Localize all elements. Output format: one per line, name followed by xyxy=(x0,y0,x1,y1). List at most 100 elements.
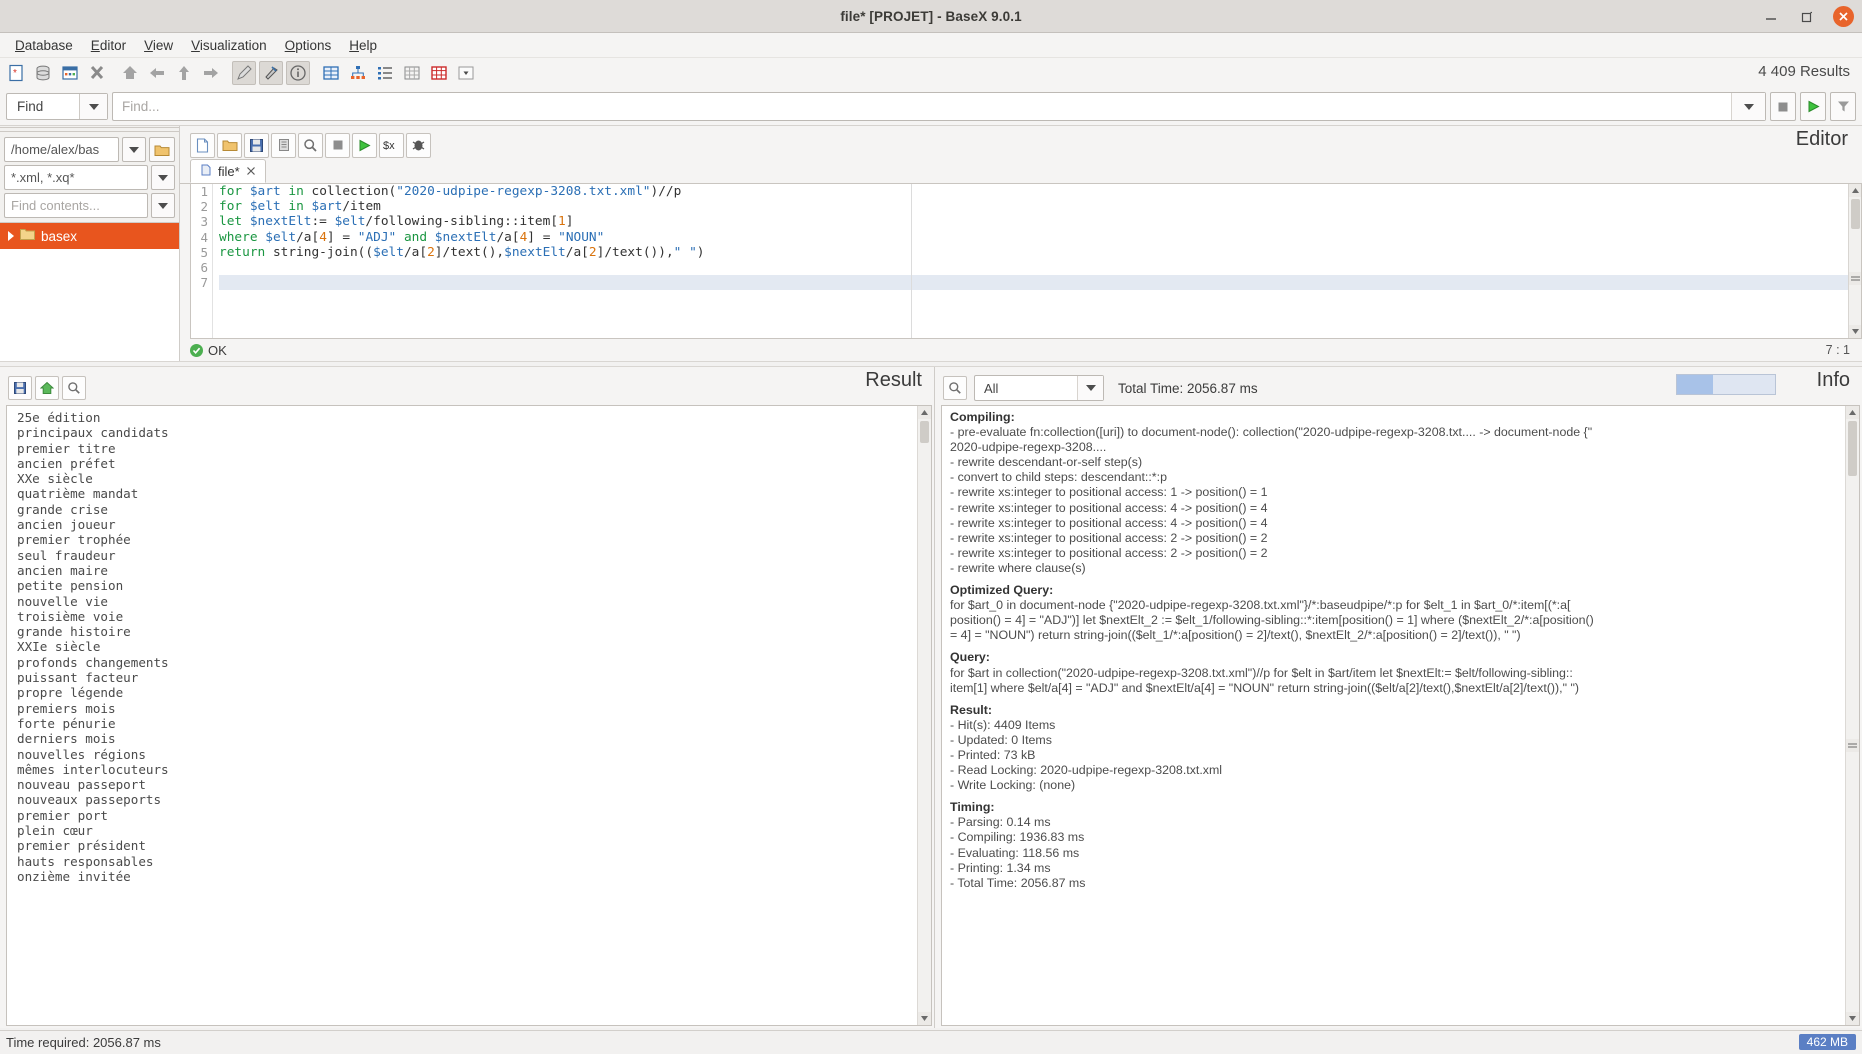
result-line[interactable]: mêmes interlocuteurs xyxy=(17,762,917,777)
result-line[interactable]: ancien joueur xyxy=(17,517,917,532)
result-line[interactable]: nouvelles régions xyxy=(17,747,917,762)
result-line[interactable]: troisième voie xyxy=(17,609,917,624)
menu-editor[interactable]: Editor xyxy=(82,35,135,56)
scroll-handle-icon[interactable] xyxy=(1846,738,1859,752)
result-output[interactable]: 25e édition principaux candidats premier t… xyxy=(6,405,932,1026)
scroll-down-icon[interactable] xyxy=(1848,325,1861,338)
new-file-icon[interactable] xyxy=(190,132,215,158)
tree-item-basex[interactable]: basex xyxy=(0,223,179,249)
scroll-up-icon[interactable] xyxy=(1846,406,1859,419)
scroll-handle-icon[interactable] xyxy=(1848,271,1861,285)
info-scrollbar[interactable] xyxy=(1845,406,1859,1025)
scroll-up-icon[interactable] xyxy=(918,406,931,419)
project-filter-input[interactable]: *.xml, *.xq* xyxy=(4,165,148,190)
project-filter-chevron-icon[interactable] xyxy=(151,165,175,190)
save-result-icon[interactable] xyxy=(8,376,32,400)
result-line[interactable]: XXe siècle xyxy=(17,471,917,486)
home-icon[interactable] xyxy=(118,61,142,85)
project-contents-chevron-icon[interactable] xyxy=(151,193,175,218)
run-button[interactable] xyxy=(1800,92,1826,121)
editor-tab-file[interactable]: file* xyxy=(190,159,266,183)
result-line[interactable]: nouveau passeport xyxy=(17,777,917,792)
filter-button[interactable] xyxy=(1830,92,1856,121)
result-line[interactable]: principaux candidats xyxy=(17,425,917,440)
result-line[interactable]: premiers mois xyxy=(17,701,917,716)
result-line[interactable]: 25e édition xyxy=(17,410,917,425)
result-line[interactable]: grande crise xyxy=(17,502,917,517)
menu-view[interactable]: View xyxy=(135,35,182,56)
plot-view-icon[interactable] xyxy=(427,61,451,85)
find-input[interactable]: Find... xyxy=(112,92,1766,121)
close-button[interactable] xyxy=(1832,6,1854,28)
code-line[interactable]: for $art in collection("2020-udpipe-rege… xyxy=(219,184,1848,199)
project-path-input[interactable]: /home/alex/bas xyxy=(4,137,119,162)
result-line[interactable]: nouveaux passeports xyxy=(17,792,917,807)
scroll-down-icon[interactable] xyxy=(918,1012,931,1025)
result-list[interactable]: 25e édition principaux candidats premier t… xyxy=(7,406,917,1025)
table-view-icon[interactable] xyxy=(319,61,343,85)
menu-visualization[interactable]: Visualization xyxy=(182,35,276,56)
database-icon[interactable] xyxy=(31,61,55,85)
code-line[interactable] xyxy=(219,275,1848,291)
go-up-icon[interactable] xyxy=(172,61,196,85)
result-line[interactable]: premier titre xyxy=(17,441,917,456)
result-line[interactable]: seul fraudeur xyxy=(17,548,917,563)
history-icon[interactable] xyxy=(271,132,296,158)
result-line[interactable]: hauts responsables xyxy=(17,854,917,869)
close-database-icon[interactable] xyxy=(85,61,109,85)
search-icon[interactable] xyxy=(943,376,967,400)
code-content[interactable]: for $art in collection("2020-udpipe-rege… xyxy=(213,184,1848,338)
project-path-chevron-icon[interactable] xyxy=(122,137,146,162)
info-output[interactable]: Compiling: - pre-evaluate fn:collection([… xyxy=(941,405,1860,1026)
project-contents-input[interactable]: Find contents... xyxy=(4,193,148,218)
scroll-thumb[interactable] xyxy=(1850,199,1860,229)
result-line[interactable]: premier trophée xyxy=(17,532,917,547)
editor-scrollbar[interactable] xyxy=(1848,184,1861,338)
result-line[interactable]: quatrième mandat xyxy=(17,486,917,501)
memory-usage-chip[interactable]: 462 MB xyxy=(1798,1034,1856,1050)
find-history-chevron-icon[interactable] xyxy=(1731,93,1765,120)
result-line[interactable]: premier président xyxy=(17,838,917,853)
folder-view-icon[interactable] xyxy=(373,61,397,85)
scroll-up-icon[interactable] xyxy=(1848,184,1861,197)
result-line[interactable]: onzième invitée xyxy=(17,869,917,884)
go-back-icon[interactable] xyxy=(145,61,169,85)
chevron-right-icon[interactable] xyxy=(8,231,14,241)
open-database-icon[interactable] xyxy=(58,61,82,85)
result-line[interactable]: nouvelle vie xyxy=(17,594,917,609)
stop-icon[interactable] xyxy=(325,132,350,158)
result-line[interactable]: derniers mois xyxy=(17,731,917,746)
maximize-icon[interactable] xyxy=(1796,6,1818,28)
result-line[interactable]: ancien préfet xyxy=(17,456,917,471)
search-icon[interactable] xyxy=(298,132,323,158)
new-document-icon[interactable]: * xyxy=(4,61,28,85)
menu-options[interactable]: Options xyxy=(276,35,341,56)
result-line[interactable]: ancien maire xyxy=(17,563,917,578)
debug-icon[interactable] xyxy=(406,132,431,158)
search-icon[interactable] xyxy=(62,376,86,400)
result-line[interactable]: puissant facteur xyxy=(17,670,917,685)
edit-icon[interactable] xyxy=(232,61,256,85)
map-view-icon[interactable] xyxy=(400,61,424,85)
result-line[interactable]: grande histoire xyxy=(17,624,917,639)
code-line[interactable] xyxy=(219,260,1848,275)
result-line[interactable]: plein cœur xyxy=(17,823,917,838)
save-file-icon[interactable] xyxy=(244,132,269,158)
find-mode-select[interactable]: Find xyxy=(6,93,108,120)
result-line[interactable]: premier port xyxy=(17,808,917,823)
open-folder-button[interactable] xyxy=(149,137,175,162)
code-line[interactable]: return string-join(($elt/a[2]/text(),$ne… xyxy=(219,245,1848,260)
scroll-thumb[interactable] xyxy=(1848,421,1857,476)
project-grip[interactable] xyxy=(0,126,179,134)
code-editor[interactable]: 1234567 for $art in collection("2020-udp… xyxy=(190,184,1862,339)
code-line[interactable]: for $elt in $art/item xyxy=(219,199,1848,214)
result-line[interactable]: XXIe siècle xyxy=(17,639,917,654)
more-views-icon[interactable] xyxy=(454,61,478,85)
code-line[interactable]: let $nextElt:= $elt/following-sibling::i… xyxy=(219,214,1848,229)
info-filter-select[interactable]: All xyxy=(974,375,1104,401)
minimize-icon[interactable] xyxy=(1760,6,1782,28)
external-variables-icon[interactable]: $x xyxy=(379,132,404,158)
tree-view-icon[interactable] xyxy=(346,61,370,85)
result-line[interactable]: forte pénurie xyxy=(17,716,917,731)
stop-button[interactable] xyxy=(1770,92,1796,121)
